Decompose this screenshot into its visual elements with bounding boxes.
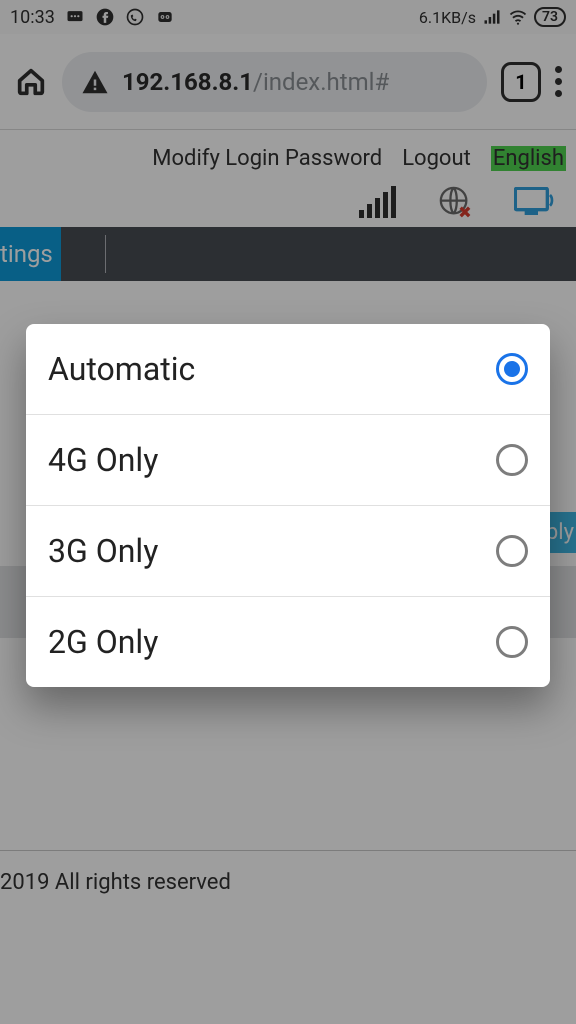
- address-bar[interactable]: 192.168.8.1/index.html#: [62, 52, 487, 112]
- cell-signal-icon: [359, 186, 396, 218]
- network-mode-dialog: Automatic 4G Only 3G Only 2G Only: [26, 324, 550, 687]
- option-automatic[interactable]: Automatic: [26, 324, 550, 414]
- status-time: 10:33: [10, 7, 55, 28]
- page-navbar: tings: [0, 227, 576, 281]
- radio-unselected-icon: [496, 626, 528, 658]
- tab-switcher[interactable]: 1: [501, 62, 541, 102]
- url-path: /index.html#: [253, 68, 389, 96]
- footer-divider: [0, 850, 576, 851]
- footer-text: 2019 All rights reserved: [0, 870, 231, 895]
- overflow-menu-icon[interactable]: [555, 66, 562, 97]
- radio-unselected-icon: [496, 535, 528, 567]
- sms-icon: [65, 7, 85, 27]
- facebook-icon: [95, 7, 115, 27]
- language-selector[interactable]: English: [491, 146, 566, 171]
- lan-icon: [514, 187, 554, 217]
- option-label: Automatic: [48, 350, 195, 388]
- option-label: 2G Only: [48, 623, 158, 661]
- option-4g-only[interactable]: 4G Only: [26, 414, 550, 505]
- nav-separator: [105, 235, 106, 273]
- insecure-icon: [80, 67, 110, 97]
- signal-icon: [482, 7, 502, 27]
- home-icon[interactable]: [14, 65, 48, 99]
- option-3g-only[interactable]: 3G Only: [26, 505, 550, 596]
- modify-password-link[interactable]: Modify Login Password: [152, 146, 382, 171]
- wifi-icon: [508, 7, 528, 27]
- radio-selected-icon: [496, 353, 528, 385]
- radio-unselected-icon: [496, 444, 528, 476]
- owl-icon: [155, 7, 175, 27]
- logout-link[interactable]: Logout: [402, 146, 471, 171]
- whatsapp-icon: [125, 7, 145, 27]
- option-label: 3G Only: [48, 532, 158, 570]
- no-internet-icon: [438, 185, 472, 219]
- browser-toolbar: 192.168.8.1/index.html# 1: [0, 34, 576, 130]
- option-label: 4G Only: [48, 441, 158, 479]
- android-status-bar: 10:33 6.1KB/s 73: [0, 0, 576, 34]
- tab-settings[interactable]: tings: [0, 227, 61, 281]
- status-speed: 6.1KB/s: [419, 8, 476, 27]
- option-2g-only[interactable]: 2G Only: [26, 596, 550, 687]
- battery-level: 73: [534, 7, 566, 27]
- url-host: 192.168.8.1: [122, 68, 253, 96]
